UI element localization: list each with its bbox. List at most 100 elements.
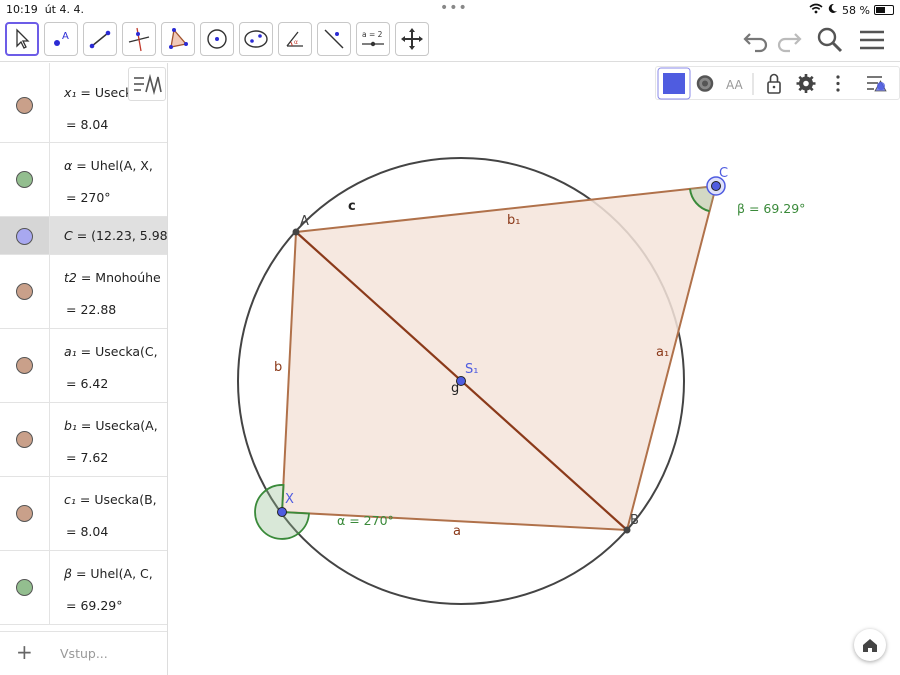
- visibility-toggle[interactable]: [0, 551, 50, 624]
- home-button[interactable]: [854, 629, 886, 661]
- conic-tool-button[interactable]: [239, 22, 273, 56]
- algebra-row[interactable]: C = (12.23, 5.98): [0, 217, 168, 255]
- status-bar: 10:19 út 4. 4. ••• 58 %: [0, 0, 900, 18]
- point-X[interactable]: [277, 507, 287, 517]
- algebra-value: = 22.88: [66, 302, 116, 317]
- redo-icon[interactable]: [773, 24, 805, 56]
- multitask-dots-icon[interactable]: •••: [440, 0, 468, 16]
- input-placeholder[interactable]: Vstup...: [60, 646, 108, 661]
- ellipse-icon: [244, 30, 268, 48]
- svg-text:α: α: [294, 39, 298, 46]
- slider-tool-button[interactable]: a = 2: [356, 22, 390, 56]
- visibility-marble-icon[interactable]: [16, 171, 33, 188]
- visibility-toggle[interactable]: [0, 477, 50, 550]
- status-time-date: 10:19 út 4. 4.: [6, 3, 84, 16]
- algebra-value: = 8.04: [66, 117, 108, 132]
- graphics-view[interactable]: A B C X S₁ c b₁ a₁ b a g α = 270° β = 69…: [174, 63, 900, 675]
- algebra-definition[interactable]: a₁ = Usecka(C,: [64, 344, 167, 359]
- segment-tool-button[interactable]: [83, 22, 117, 56]
- add-input-icon[interactable]: +: [16, 640, 33, 664]
- algebra-definition[interactable]: t2 = Mnohoúhe: [64, 270, 167, 285]
- algebra-row[interactable]: t2 = Mnohoúhe = 22.88: [0, 255, 167, 329]
- slider-icon: a = 2: [362, 30, 384, 47]
- label-S1: S₁: [465, 362, 478, 377]
- label-b1: b₁: [507, 213, 520, 228]
- algebra-row[interactable]: a₁ = Usecka(C, = 6.42: [0, 329, 167, 403]
- visibility-marble-icon[interactable]: [16, 505, 33, 522]
- value-text: 270°: [80, 190, 111, 205]
- more-options-icon[interactable]: [836, 75, 840, 92]
- label-style-button[interactable]: AA: [726, 78, 744, 92]
- clock: 10:19: [6, 3, 38, 16]
- search-icon[interactable]: [814, 24, 846, 56]
- visibility-toggle[interactable]: [0, 255, 50, 328]
- value-text: 6.42: [80, 376, 109, 391]
- definition-text: (12.23, 5.98): [91, 228, 168, 243]
- equals-sign: =: [76, 344, 96, 359]
- color-swatch-button[interactable]: [657, 67, 691, 100]
- circle-tool-button[interactable]: [200, 22, 234, 56]
- algebra-value: = 270°: [66, 190, 111, 205]
- visibility-marble-icon[interactable]: [16, 579, 33, 596]
- equals-sign: =: [76, 418, 96, 433]
- date: út 4. 4.: [44, 3, 84, 16]
- undo-icon[interactable]: [740, 24, 772, 56]
- graphics-view-menu-icon[interactable]: [867, 76, 887, 92]
- algebra-row[interactable]: c₁ = Usecka(B, = 8.04: [0, 477, 167, 551]
- segment-icon: [89, 30, 111, 49]
- equals-sign: =: [66, 450, 81, 465]
- circle-center-icon: [207, 29, 227, 49]
- polygon-t2[interactable]: [280, 184, 718, 532]
- definition-text: Usecka(B,: [94, 492, 157, 507]
- move-graphics-tool-button[interactable]: [395, 22, 429, 56]
- point-A[interactable]: [292, 228, 300, 236]
- point-icon: A: [54, 31, 69, 46]
- algebra-view-menu-button[interactable]: [128, 67, 166, 101]
- perpendicular-line-tool-button[interactable]: [122, 22, 156, 56]
- label-A: A: [300, 214, 309, 229]
- algebra-row[interactable]: b₁ = Usecka(A, = 7.62: [0, 403, 167, 477]
- definition-text: Mnohoúhe: [95, 270, 161, 285]
- algebra-row[interactable]: α = Uhel(A, X, = 270°: [0, 143, 167, 217]
- menu-icon[interactable]: [856, 24, 888, 56]
- algebra-definition[interactable]: b₁ = Usecka(A,: [64, 418, 167, 433]
- visibility-toggle[interactable]: [0, 143, 50, 216]
- value-text: 7.62: [80, 450, 109, 465]
- input-row[interactable]: + Vstup...: [0, 631, 167, 675]
- moon-icon: [827, 3, 838, 17]
- move-tool-button[interactable]: [5, 22, 39, 56]
- polygon-tool-button[interactable]: [161, 22, 195, 56]
- algebra-definition[interactable]: c₁ = Usecka(B,: [64, 492, 167, 507]
- object-name: a₁: [64, 344, 77, 359]
- visibility-toggle[interactable]: [0, 217, 50, 254]
- visibility-marble-icon[interactable]: [16, 97, 33, 114]
- definition-text: Usecka(A,: [95, 418, 158, 433]
- angle-tool-button[interactable]: α: [278, 22, 312, 56]
- visibility-marble-icon[interactable]: [16, 357, 33, 374]
- algebra-definition[interactable]: β = Uhel(A, C,: [64, 566, 167, 581]
- algebra-definition[interactable]: C = (12.23, 5.98): [64, 228, 168, 243]
- visibility-marble-icon[interactable]: [16, 283, 33, 300]
- cursor-arrow-icon: [16, 28, 30, 49]
- object-name: α: [64, 158, 73, 173]
- lock-icon[interactable]: [767, 73, 781, 94]
- visibility-toggle[interactable]: [0, 403, 50, 476]
- svg-text:a = 2: a = 2: [362, 30, 383, 39]
- visibility-toggle[interactable]: [0, 63, 50, 142]
- algebra-row[interactable]: β = Uhel(A, C, = 69.29°: [0, 551, 167, 625]
- algebra-definition[interactable]: α = Uhel(A, X,: [64, 158, 167, 173]
- point-C[interactable]: [711, 181, 721, 191]
- move-arrows-icon: [401, 28, 423, 50]
- settings-gear-icon[interactable]: [796, 74, 816, 93]
- point-style-button[interactable]: [696, 75, 714, 92]
- visibility-toggle[interactable]: [0, 329, 50, 402]
- visibility-marble-icon[interactable]: [16, 431, 33, 448]
- value-text: 69.29°: [80, 598, 123, 613]
- style-bar: AA: [655, 66, 900, 100]
- label-C: C: [719, 166, 728, 181]
- label-a1: a₁: [656, 345, 669, 360]
- visibility-marble-icon[interactable]: [16, 228, 33, 245]
- point-tool-button[interactable]: A: [44, 22, 78, 56]
- reflect-tool-button[interactable]: [317, 22, 351, 56]
- definition-text: Usecka(C,: [95, 344, 158, 359]
